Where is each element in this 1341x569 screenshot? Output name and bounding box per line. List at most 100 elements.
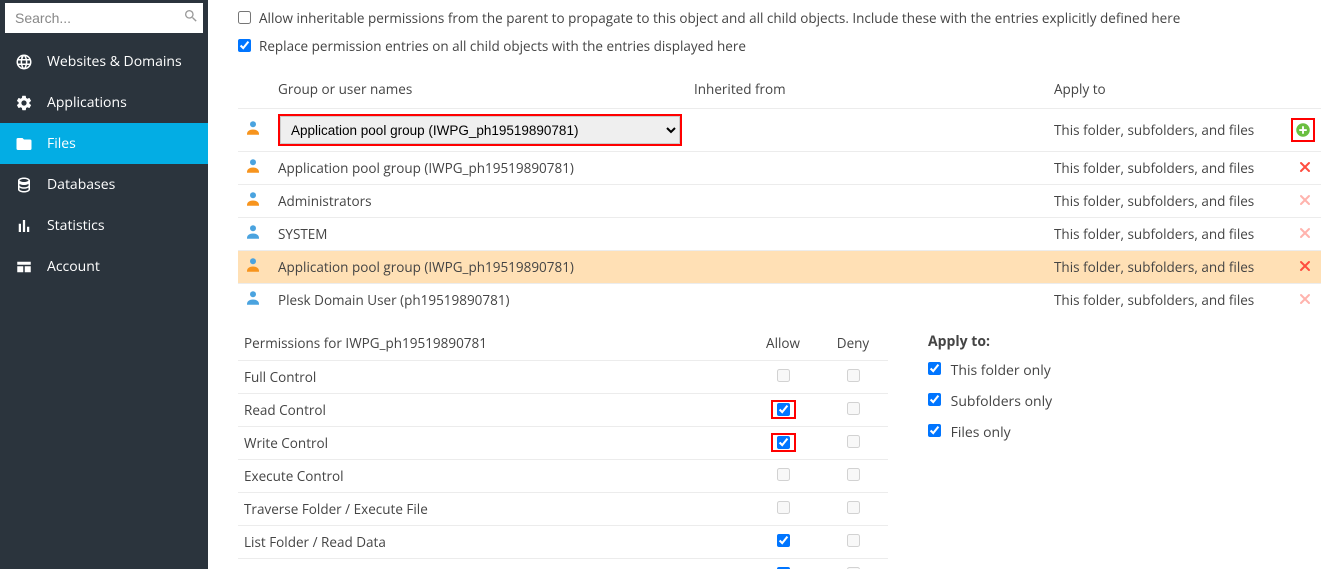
apply-to-option[interactable]: This folder only [928,361,1052,380]
content-area: Allow inheritable permissions from the p… [208,0,1341,569]
permission-row: List Folder / Read Data [238,526,888,559]
inherited-from [688,251,1048,284]
apply-to-option[interactable]: Files only [928,423,1052,442]
delete-row-button[interactable] [1295,256,1315,276]
acl-table: Group or user names Inherited from Apply… [238,70,1321,316]
delete-row-button[interactable] [1295,157,1315,177]
search-icon[interactable] [179,8,203,29]
group-name: Plesk Domain User (ph19519890781) [278,291,510,309]
delete-row-button[interactable] [1295,289,1315,309]
apply-to: This folder, subfolders, and files [1048,251,1281,284]
folder-icon [15,135,37,153]
nav-label: Applications [47,93,127,112]
deny-checkbox[interactable] [847,534,860,547]
apply-to-checkbox[interactable] [928,362,941,375]
acl-row[interactable]: Application pool group (IWPG_ph195198907… [238,109,1321,152]
apply-to-label: Files only [951,423,1011,442]
user-icon [244,157,266,179]
nav-gear[interactable]: Applications [0,82,208,123]
allow-checkbox[interactable] [777,468,790,481]
acl-row[interactable]: Application pool group (IWPG_ph195198907… [238,152,1321,185]
apply-to: This folder, subfolders, and files [1048,284,1281,317]
deny-header: Deny [818,326,888,361]
inherit-permissions-checkbox[interactable] [238,11,251,24]
gear-icon [15,94,37,112]
allow-checkbox[interactable] [777,436,790,449]
apply-to-option[interactable]: Subfolders only [928,392,1052,411]
inherited-from [688,109,1048,152]
apply-to-checkbox[interactable] [928,424,941,437]
inherited-from [688,218,1048,251]
add-row-highlight [1291,118,1315,142]
nav-stats[interactable]: Statistics [0,205,208,246]
nav-label: Websites & Domains [47,52,182,71]
database-icon [15,176,37,194]
nav-globe[interactable]: Websites & Domains [0,41,208,82]
nav-folder[interactable]: Files [0,123,208,164]
inherited-from [688,152,1048,185]
nav-label: Statistics [47,216,105,235]
permission-row: Read Control [238,394,888,427]
permission-name: List Folder / Read Data [238,526,748,559]
deny-checkbox[interactable] [847,435,860,448]
deny-checkbox[interactable] [847,369,860,382]
allow-header: Allow [748,326,818,361]
permissions-table: Permissions for IWPG_ph19519890781 Allow… [238,326,888,569]
nav-label: Files [47,134,76,153]
nav-database[interactable]: Databases [0,164,208,205]
permissions-for-label: Permissions for IWPG_ph19519890781 [238,326,748,361]
add-row-button[interactable] [1293,120,1313,140]
inherited-from [688,284,1048,317]
group-name: Administrators [278,192,372,210]
allow-checkbox[interactable] [777,369,790,382]
nav-label: Databases [47,175,115,194]
user-icon [244,119,266,141]
user-icon [244,190,266,212]
group-select-highlight: Application pool group (IWPG_ph195198907… [278,114,682,146]
deny-checkbox[interactable] [847,468,860,481]
permission-row: Traverse Folder / Execute File [238,493,888,526]
permission-name: Execute Control [238,460,748,493]
sidebar: Websites & Domains Applications Files Datab… [0,0,208,569]
permission-row: Write Control [238,427,888,460]
permission-row: Create Files / Write Data [238,559,888,569]
search-input[interactable] [5,3,179,33]
permission-name: Read Control [238,394,748,427]
group-name: Application pool group (IWPG_ph195198907… [278,258,574,276]
group-select[interactable]: Application pool group (IWPG_ph195198907… [280,116,680,144]
apply-to-section: Apply to: This folder only Subfolders on… [928,326,1052,569]
nav-account[interactable]: Account [0,246,208,287]
permission-name: Create Files / Write Data [238,559,748,569]
replace-permissions-checkbox[interactable] [238,39,251,52]
acl-row[interactable]: SYSTEMThis folder, subfolders, and files [238,218,1321,251]
account-icon [15,258,37,276]
stats-icon [15,217,37,235]
deny-checkbox[interactable] [847,402,860,415]
inherited-from [688,185,1048,218]
replace-permissions-label: Replace permission entries on all child … [259,37,746,55]
delete-row-button[interactable] [1295,190,1315,210]
user-icon [244,223,266,245]
apply-to: This folder, subfolders, and files [1048,218,1281,251]
acl-row[interactable]: Application pool group (IWPG_ph195198907… [238,251,1321,284]
nav-label: Account [47,257,100,276]
col-group: Group or user names [272,70,688,109]
apply-to: This folder, subfolders, and files [1048,152,1281,185]
allow-checkbox[interactable] [777,403,790,416]
apply-to-label: This folder only [951,361,1051,380]
globe-icon [15,53,37,71]
apply-to: This folder, subfolders, and files [1048,185,1281,218]
deny-checkbox[interactable] [847,501,860,514]
apply-to-header: Apply to: [928,332,1052,351]
allow-checkbox[interactable] [777,501,790,514]
allow-checkbox[interactable] [777,534,790,547]
apply-to-checkbox[interactable] [928,393,941,406]
acl-row[interactable]: Administrators This folder, subfolders, a… [238,185,1321,218]
search-box [5,3,203,33]
apply-to: This folder, subfolders, and files [1048,109,1281,152]
user-icon [244,289,266,311]
acl-row[interactable]: Plesk Domain User (ph19519890781) This fo… [238,284,1321,317]
col-apply: Apply to [1048,70,1281,109]
delete-row-button[interactable] [1295,223,1315,243]
user-icon [244,256,266,278]
